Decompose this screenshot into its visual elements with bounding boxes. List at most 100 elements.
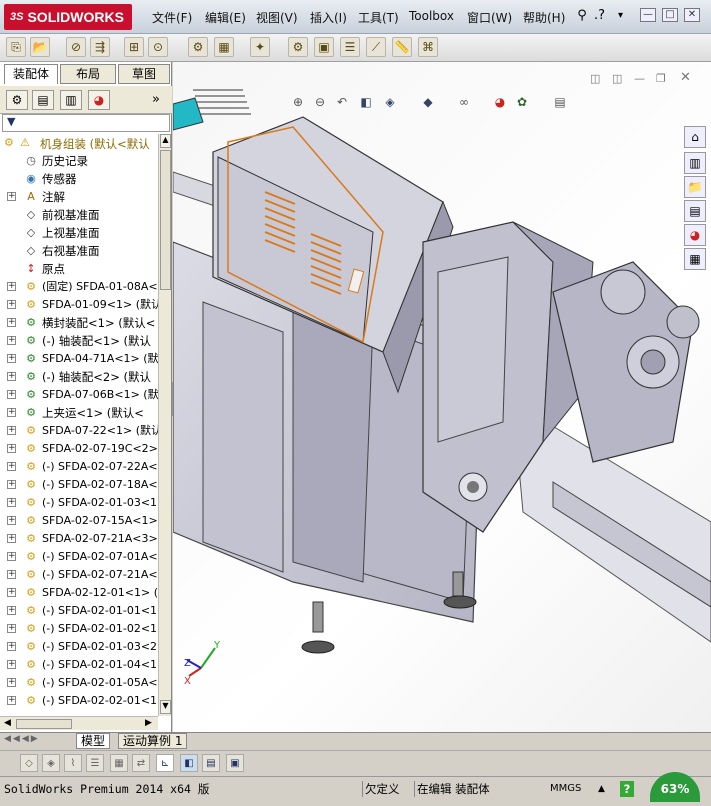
expand-toggle-icon[interactable]: +: [7, 606, 16, 615]
evaluate-tool-icon[interactable]: ▣: [226, 754, 244, 772]
ruler-icon[interactable]: 📏: [392, 37, 412, 57]
tree-item[interactable]: + ⚙ SFDA-02-07-21A<3>: [0, 530, 158, 548]
expand-toggle-icon[interactable]: +: [7, 408, 16, 417]
insert-components-icon[interactable]: ⇶: [90, 37, 110, 57]
tree-item[interactable]: + ⚙ 上夹运<1> (默认<: [0, 404, 158, 422]
expand-toggle-icon[interactable]: +: [7, 336, 16, 345]
view-orientation-icon[interactable]: ◈: [382, 94, 398, 110]
close-button[interactable]: ✕: [684, 8, 700, 22]
expand-toggle-icon[interactable]: +: [7, 570, 16, 579]
zoom-to-area-icon[interactable]: ⊖: [312, 94, 328, 110]
apply-scene-icon[interactable]: ✿: [514, 94, 530, 110]
expand-toggle-icon[interactable]: +: [7, 426, 16, 435]
assembly-tool-icon[interactable]: ◧: [180, 754, 198, 772]
tree-item[interactable]: + ⚙ (固定) SFDA-01-08A<: [0, 278, 158, 296]
pin-icon[interactable]: ⚲: [572, 8, 592, 26]
tree-vertical-scrollbar[interactable]: ▲ ▼: [158, 134, 171, 716]
file-explorer-icon[interactable]: 📁: [684, 176, 706, 198]
bottom-tool-2-icon[interactable]: ◈: [42, 754, 60, 772]
tree-item[interactable]: + ⚙ (-) SFDA-02-01-03<1: [0, 494, 158, 512]
menu-item-6[interactable]: 窗口(W): [467, 9, 512, 27]
tree-item[interactable]: + ⚙ (-) 轴装配<1> (默认: [0, 332, 158, 350]
status-help-icon[interactable]: ?: [620, 781, 634, 797]
panel-tab-1[interactable]: 布局: [60, 64, 116, 84]
expand-toggle-icon[interactable]: +: [7, 444, 16, 453]
expand-toggle-icon[interactable]: +: [7, 588, 16, 597]
expand-toggle-icon[interactable]: +: [7, 480, 16, 489]
expand-toggle-icon[interactable]: +: [7, 372, 16, 381]
expand-toggle-icon[interactable]: +: [7, 678, 16, 687]
sketch-tool-icon[interactable]: ⊾: [156, 754, 174, 772]
tree-item[interactable]: + ⚙ 横封装配<1> (默认<: [0, 314, 158, 332]
expand-panel-chevron-icon[interactable]: »: [152, 92, 160, 107]
expand-toggle-icon[interactable]: +: [7, 534, 16, 543]
bottom-tool-4-icon[interactable]: ☰: [86, 754, 104, 772]
menu-item-2[interactable]: 视图(V): [256, 9, 298, 27]
display-style-icon[interactable]: ◆: [420, 94, 436, 110]
design-library-icon[interactable]: ▥: [684, 152, 706, 174]
tree-item[interactable]: + ⚙ SFDA-02-07-19C<2>: [0, 440, 158, 458]
attach-icon[interactable]: ⊘: [66, 37, 86, 57]
menu-item-4[interactable]: 工具(T): [358, 9, 399, 27]
tree-item[interactable]: + ⚙ (-) SFDA-02-01-04<1: [0, 656, 158, 674]
tree-item[interactable]: ↕ 原点: [0, 260, 158, 278]
feature-manager-tab-icon[interactable]: ⚙: [6, 90, 28, 110]
expand-toggle-icon[interactable]: +: [7, 462, 16, 471]
expand-toggle-icon[interactable]: +: [7, 282, 16, 291]
display-manager-tab-icon[interactable]: ◕: [88, 90, 110, 110]
scroll-thumb[interactable]: [160, 150, 171, 290]
tab-model[interactable]: 模型: [76, 733, 111, 749]
menu-item-7[interactable]: 帮助(H): [523, 9, 565, 27]
smart-fasteners-icon[interactable]: ⚙: [188, 37, 208, 57]
tree-item[interactable]: + ⚙ SFDA-04-71A<1> (默: [0, 350, 158, 368]
expand-toggle-icon[interactable]: +: [7, 354, 16, 363]
tree-item[interactable]: ◉ 传感器: [0, 170, 158, 188]
tree-item[interactable]: + ⚙ (-) SFDA-02-07-18A<: [0, 476, 158, 494]
property-manager-tab-icon[interactable]: ▤: [32, 90, 54, 110]
tree-filter[interactable]: ▼: [2, 114, 170, 132]
expand-toggle-icon[interactable]: +: [7, 516, 16, 525]
appearances-icon[interactable]: ◕: [684, 224, 706, 246]
tree-item[interactable]: + ⚙ (-) 轴装配<2> (默认: [0, 368, 158, 386]
tree-horizontal-scrollbar[interactable]: ◀ ▶: [0, 716, 158, 730]
view-palette-icon[interactable]: ▤: [684, 200, 706, 222]
toolbox-icon[interactable]: ⌘: [418, 37, 438, 57]
menu-item-3[interactable]: 插入(I): [310, 9, 347, 27]
tree-item[interactable]: + ⚙ (-) SFDA-02-07-21A<: [0, 566, 158, 584]
section-view-icon[interactable]: ◧: [358, 94, 374, 110]
tree-item[interactable]: + ⚙ (-) SFDA-02-02-01<1: [0, 692, 158, 710]
viewport-close-icon[interactable]: ✕: [680, 70, 691, 85]
table-tool-icon[interactable]: ▤: [202, 754, 220, 772]
expand-toggle-icon[interactable]: +: [7, 624, 16, 633]
custom-properties-icon[interactable]: ▦: [684, 248, 706, 270]
new-document-icon[interactable]: ⎘: [6, 37, 26, 57]
expand-toggle-icon[interactable]: +: [7, 498, 16, 507]
expand-toggle-icon[interactable]: +: [7, 642, 16, 651]
open-icon[interactable]: 📂: [30, 37, 50, 57]
status-units[interactable]: MMGS: [550, 781, 581, 797]
edit-appearance-icon[interactable]: ◕: [492, 94, 508, 110]
viewport-restore-right-icon[interactable]: ◫: [612, 72, 622, 85]
scroll-right-icon[interactable]: ▶: [145, 718, 152, 728]
bottom-tool-3-icon[interactable]: ⌇: [64, 754, 82, 772]
minimize-button[interactable]: —: [640, 8, 656, 22]
tree-item[interactable]: + ⚙ (-) SFDA-02-07-22A<: [0, 458, 158, 476]
tree-item[interactable]: + ⚙ (-) SFDA-02-01-05A<: [0, 674, 158, 692]
tab-scroll-arrows-icon[interactable]: ◀◀◀▶: [4, 734, 40, 744]
view-settings-icon[interactable]: ▤: [552, 94, 568, 110]
options-icon[interactable]: ⚙: [288, 37, 308, 57]
viewport-maximize-icon[interactable]: ❐: [656, 72, 666, 85]
help-icon[interactable]: .?: [594, 8, 605, 23]
scroll-down-icon[interactable]: ▼: [160, 700, 171, 714]
move-component-icon[interactable]: ⊙: [148, 37, 168, 57]
units-dropdown-icon[interactable]: ▲: [598, 781, 605, 797]
viewport-restore-left-icon[interactable]: ◫: [590, 72, 600, 85]
exploded-view-icon[interactable]: ▣: [314, 37, 334, 57]
expand-toggle-icon[interactable]: +: [7, 390, 16, 399]
bill-of-materials-icon[interactable]: ☰: [340, 37, 360, 57]
tree-item[interactable]: + ⚙ SFDA-02-12-01<1> (: [0, 584, 158, 602]
tree-item[interactable]: + ⚙ SFDA-07-22<1> (默认: [0, 422, 158, 440]
expand-toggle-icon[interactable]: +: [7, 660, 16, 669]
panel-tab-2[interactable]: 草图: [118, 64, 170, 84]
tab-motion-study[interactable]: 运动算例 1: [118, 733, 188, 749]
